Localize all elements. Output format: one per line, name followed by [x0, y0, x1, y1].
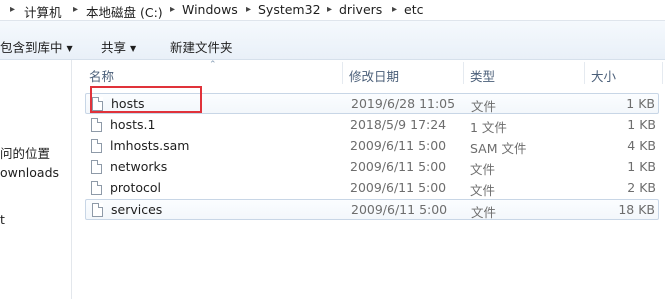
file-icon [91, 139, 102, 153]
column-header-modified[interactable]: 修改日期 [349, 66, 399, 85]
command-bar: 包含到库中 ▼ 共享 ▼ 新建文件夹 [0, 21, 665, 60]
file-icon [91, 181, 102, 195]
share-label: 共享 [101, 40, 127, 55]
file-size: 2 KB [627, 180, 656, 195]
nav-item-recent-places[interactable]: 问的位置 [0, 143, 50, 162]
share-button[interactable]: 共享 ▼ [101, 37, 136, 56]
nav-item-other[interactable]: t [0, 212, 5, 227]
new-folder-label: 新建文件夹 [170, 40, 233, 55]
breadcrumb-system32[interactable]: System32 [258, 2, 321, 17]
file-size: 1 KB [627, 117, 656, 132]
breadcrumb-computer[interactable]: 计算机 [24, 2, 62, 21]
breadcrumb-chevron-icon[interactable]: ▸ [327, 4, 332, 15]
file-type: 文件 [470, 162, 496, 177]
address-bar[interactable]: ▸ 计算机 ▸ 本地磁盘 (C:) ▸ Windows ▸ System32 ▸… [0, 0, 665, 21]
file-type: 文件 [471, 205, 497, 220]
dropdown-caret-icon: ▼ [130, 44, 137, 53]
file-date: 2019/6/28 11:05 [351, 96, 456, 111]
breadcrumb-chevron-icon[interactable]: ▸ [170, 4, 175, 15]
file-date: 2009/6/11 5:00 [350, 180, 447, 195]
file-type: SAM 文件 [470, 141, 527, 156]
nav-item-downloads[interactable]: ownloads [0, 165, 59, 180]
file-icon [92, 203, 103, 217]
column-header-size[interactable]: 大小 [591, 66, 616, 85]
breadcrumb-chevron-icon[interactable]: ▸ [73, 4, 78, 15]
breadcrumb-windows[interactable]: Windows [182, 2, 238, 17]
file-date: 2009/6/11 5:00 [350, 138, 447, 153]
column-header-type[interactable]: 类型 [470, 66, 495, 85]
column-divider[interactable] [463, 62, 464, 84]
breadcrumb-chevron-icon[interactable]: ▸ [392, 4, 397, 15]
file-date: 2018/5/9 17:24 [350, 117, 447, 132]
column-header-name[interactable]: 名称 [89, 66, 114, 85]
file-row[interactable]: protocol 2009/6/11 5:00 文件 2 KB [85, 178, 659, 199]
file-row[interactable]: lmhosts.sam 2009/6/11 5:00 SAM 文件 4 KB [85, 136, 659, 157]
file-size: 18 KB [618, 202, 655, 217]
file-size: 1 KB [626, 96, 655, 111]
new-folder-button[interactable]: 新建文件夹 [170, 37, 233, 56]
file-icon [91, 118, 102, 132]
dropdown-caret-icon: ▼ [66, 44, 73, 53]
file-type: 1 文件 [470, 120, 507, 135]
file-row[interactable]: networks 2009/6/11 5:00 文件 1 KB [85, 157, 659, 178]
include-in-library-label: 包含到库中 [0, 40, 63, 55]
file-name: services [111, 202, 163, 217]
breadcrumb-chevron-icon[interactable]: ▸ [246, 4, 251, 15]
file-size: 4 KB [627, 138, 656, 153]
include-in-library-button[interactable]: 包含到库中 ▼ [0, 37, 73, 56]
file-name: protocol [110, 180, 161, 195]
column-divider[interactable] [584, 62, 585, 84]
file-icon [91, 160, 102, 174]
file-name: hosts.1 [110, 117, 156, 132]
sort-caret-icon: ⌃ [209, 60, 217, 70]
file-size: 1 KB [627, 159, 656, 174]
file-row[interactable]: hosts.1 2018/5/9 17:24 1 文件 1 KB [85, 115, 659, 136]
file-date: 2009/6/11 5:00 [350, 159, 447, 174]
breadcrumb-etc[interactable]: etc [404, 2, 423, 17]
breadcrumb-local-disk[interactable]: 本地磁盘 (C:) [86, 2, 163, 21]
column-divider[interactable] [342, 62, 343, 84]
file-type: 文件 [471, 99, 497, 114]
file-name: networks [110, 159, 168, 174]
navigation-pane: 问的位置 ownloads t [0, 60, 72, 299]
column-divider[interactable] [662, 62, 663, 84]
file-type: 文件 [470, 183, 496, 198]
file-name: lmhosts.sam [110, 138, 190, 153]
breadcrumb-drivers[interactable]: drivers [339, 2, 382, 17]
file-row[interactable]: services 2009/6/11 5:00 文件 18 KB [85, 199, 659, 220]
breadcrumb-chevron-icon[interactable]: ▸ [10, 4, 15, 15]
annotation-highlight-box [90, 86, 202, 113]
file-date: 2009/6/11 5:00 [351, 202, 448, 217]
